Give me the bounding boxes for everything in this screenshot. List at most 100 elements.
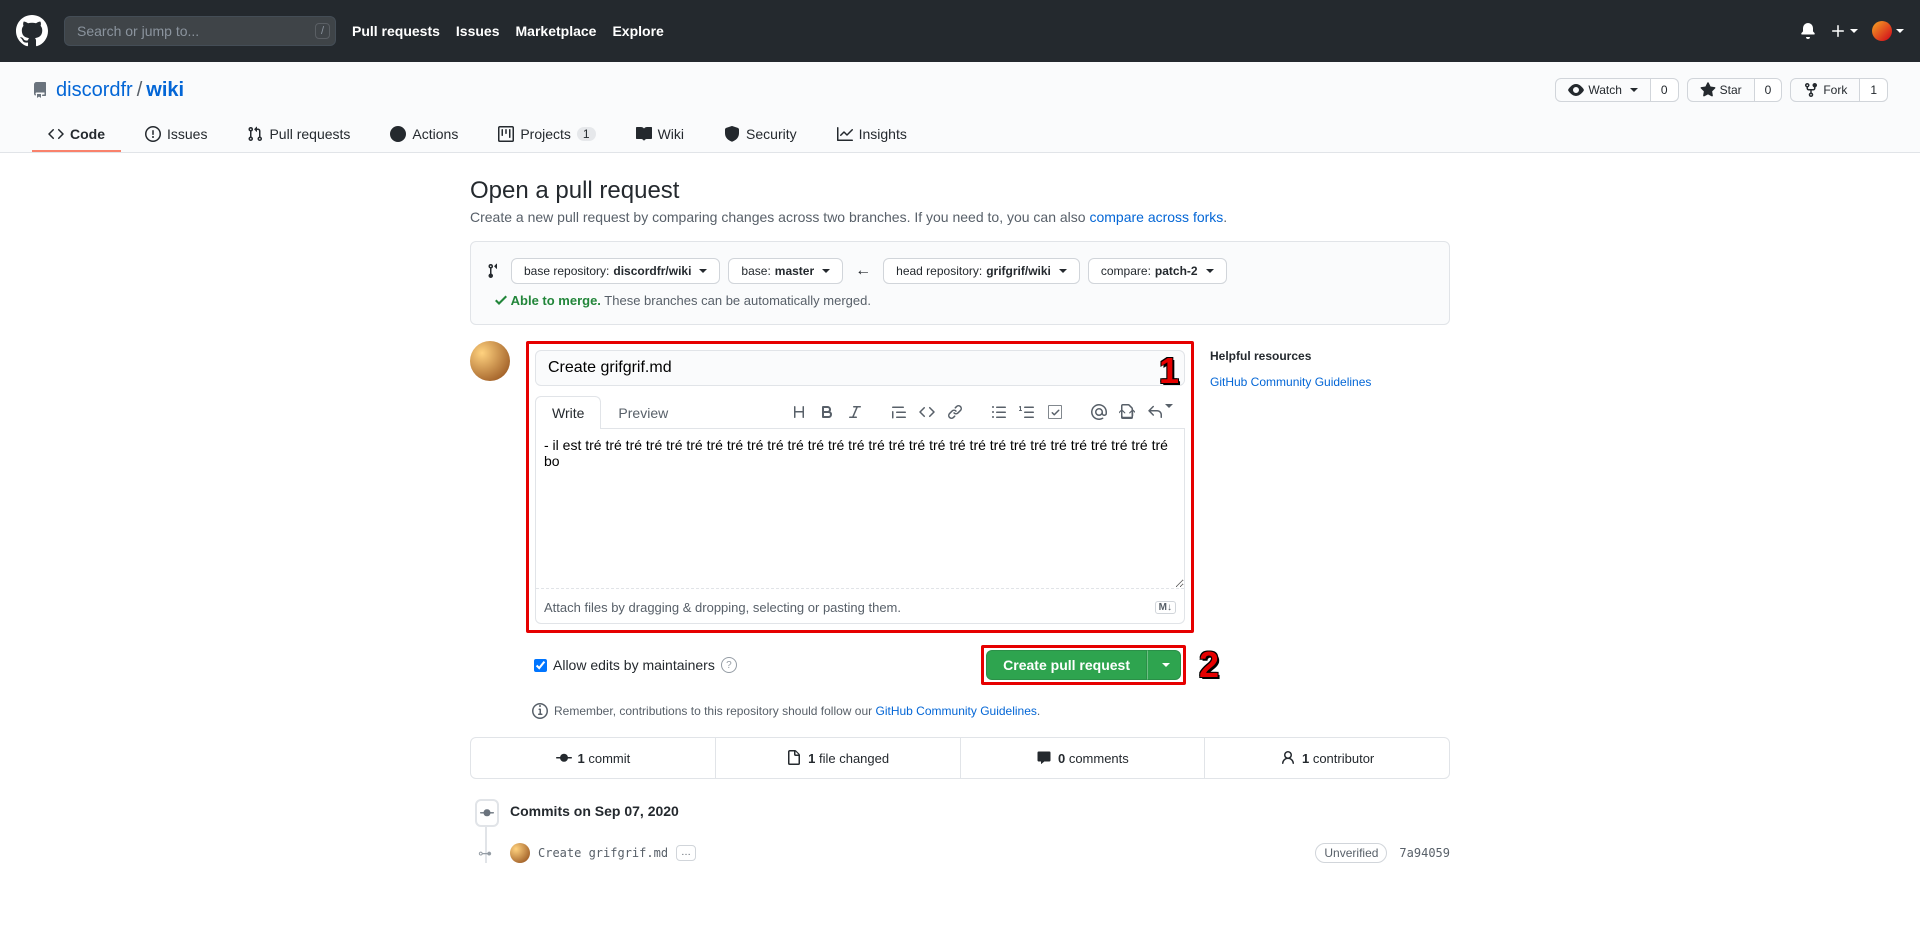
tab-write[interactable]: Write — [535, 396, 601, 429]
info-icon — [532, 703, 548, 719]
nav-pull-requests[interactable]: Pull requests — [352, 23, 440, 39]
tab-issues[interactable]: Issues — [129, 118, 223, 152]
check-icon — [495, 292, 507, 308]
github-logo[interactable] — [16, 15, 48, 47]
pr-title-input[interactable] — [535, 350, 1185, 386]
commit-avatar[interactable] — [510, 843, 530, 863]
diffstat-files[interactable]: 1 file changed — [715, 738, 960, 778]
sidebar-guidelines-link[interactable]: GitHub Community Guidelines — [1210, 375, 1371, 389]
file-icon — [786, 750, 802, 766]
watch-count[interactable]: 0 — [1651, 78, 1679, 102]
global-header: / Pull requests Issues Marketplace Explo… — [0, 0, 1920, 62]
compare-icon — [487, 263, 503, 279]
tab-code[interactable]: Code — [32, 118, 121, 152]
tab-insights[interactable]: Insights — [821, 118, 923, 152]
base-branch-select[interactable]: base: master — [728, 258, 843, 284]
unverified-badge[interactable]: Unverified — [1315, 843, 1387, 863]
compare-branch-select[interactable]: compare: patch-2 — [1088, 258, 1227, 284]
attach-hint[interactable]: Attach files by dragging & dropping, sel… — [544, 600, 901, 615]
toolbar-link-icon[interactable] — [943, 400, 967, 424]
fork-label: Fork — [1823, 83, 1847, 97]
toolbar-quote-icon[interactable] — [887, 400, 911, 424]
page-title: Open a pull request — [470, 177, 1450, 205]
add-menu[interactable] — [1830, 23, 1858, 39]
caret-down-icon — [1206, 269, 1214, 273]
notifications-icon[interactable] — [1800, 23, 1816, 39]
toolbar-mention-icon[interactable] — [1087, 400, 1111, 424]
timeline-commit: ⊶ Create grifgrif.md … Unverified 7a9405… — [510, 843, 1450, 863]
global-search: / — [64, 16, 336, 46]
tab-preview[interactable]: Preview — [601, 396, 685, 429]
user-avatar[interactable] — [470, 341, 510, 381]
diffstat-contributors[interactable]: 1 contributor — [1204, 738, 1449, 778]
main-content: Open a pull request Create a new pull re… — [454, 177, 1466, 863]
allow-edits-checkbox[interactable] — [534, 659, 547, 672]
commit-sha[interactable]: 7a94059 — [1399, 846, 1450, 860]
diffstat-commits[interactable]: 1 commit — [471, 738, 715, 778]
star-label: Star — [1720, 83, 1742, 97]
diffstat: 1 commit 1 file changed 0 comments 1 con… — [470, 737, 1450, 779]
toolbar-ul-icon[interactable] — [987, 400, 1011, 424]
star-button[interactable]: Star — [1687, 78, 1755, 102]
merge-status: Able to merge. These branches can be aut… — [495, 292, 871, 308]
help-icon[interactable]: ? — [721, 657, 737, 673]
search-input[interactable] — [64, 16, 336, 46]
caret-down-icon — [1162, 663, 1170, 667]
repo-header: discordfr / wiki Watch 0 Star 0 — [0, 62, 1920, 153]
repo-tabs: Code Issues Pull requests Actions Projec… — [32, 118, 1888, 152]
discussion: 1 Write Preview — [470, 341, 1450, 719]
commit-title[interactable]: Create grifgrif.md — [538, 846, 668, 860]
toolbar-italic-icon[interactable] — [843, 400, 867, 424]
create-pr-dropdown[interactable] — [1147, 650, 1181, 680]
user-menu[interactable] — [1872, 21, 1904, 41]
caret-down-icon — [822, 269, 830, 273]
annotation-box-1: 1 Write Preview — [526, 341, 1194, 633]
star-count[interactable]: 0 — [1755, 78, 1783, 102]
timeline-commits-badge — [475, 799, 499, 827]
fork-icon — [1803, 82, 1819, 98]
pr-body-textarea[interactable]: - il est tré tré tré tré tré tré tré tré… — [536, 429, 1184, 589]
guidelines-link[interactable]: GitHub Community Guidelines — [876, 704, 1037, 718]
repo-title: discordfr / wiki — [32, 79, 184, 102]
toolbar-task-icon[interactable] — [1043, 400, 1067, 424]
tab-actions[interactable]: Actions — [374, 118, 474, 152]
star-icon — [1700, 82, 1716, 98]
head-repo-select[interactable]: head repository: grifgrif/wiki — [883, 258, 1080, 284]
annotation-number-1: 1 — [1159, 350, 1179, 392]
nav-issues[interactable]: Issues — [456, 23, 500, 39]
timeline-date: Commits on Sep 07, 2020 — [510, 799, 1450, 819]
base-repo-select[interactable]: base repository: discordfr/wiki — [511, 258, 720, 284]
nav-marketplace[interactable]: Marketplace — [516, 23, 597, 39]
commit-menu-button[interactable]: … — [676, 845, 696, 861]
commit-icon — [556, 750, 572, 766]
create-pr-button[interactable]: Create pull request — [986, 650, 1147, 680]
watch-button[interactable]: Watch — [1555, 78, 1651, 102]
nav-explore[interactable]: Explore — [612, 23, 663, 39]
fork-button[interactable]: Fork — [1790, 78, 1860, 102]
toolbar-reference-icon[interactable] — [1115, 400, 1139, 424]
compare-forks-link[interactable]: compare across forks — [1089, 209, 1223, 225]
page-subtitle: Create a new pull request by comparing c… — [470, 209, 1450, 225]
diffstat-comments[interactable]: 0 comments — [960, 738, 1205, 778]
caret-down-icon — [1630, 88, 1638, 92]
caret-down-icon — [699, 269, 707, 273]
toolbar-reply-icon[interactable] — [1143, 400, 1177, 424]
annotation-number-2: 2 — [1199, 644, 1219, 686]
repo-name-link[interactable]: wiki — [146, 79, 184, 101]
tab-security[interactable]: Security — [708, 118, 813, 152]
caret-down-icon — [1059, 269, 1067, 273]
toolbar-code-icon[interactable] — [915, 400, 939, 424]
repo-icon — [32, 82, 48, 98]
markdown-badge[interactable]: M↓ — [1155, 601, 1176, 614]
tab-projects[interactable]: Projects1 — [482, 118, 611, 152]
contribution-note: Remember, contributions to this reposito… — [532, 703, 1194, 719]
toolbar-bold-icon[interactable] — [815, 400, 839, 424]
repo-owner-link[interactable]: discordfr — [56, 79, 133, 102]
tab-wiki[interactable]: Wiki — [620, 118, 700, 152]
allow-edits-row[interactable]: Allow edits by maintainers ? — [534, 657, 737, 673]
toolbar-heading-icon[interactable] — [787, 400, 811, 424]
toolbar-ol-icon[interactable] — [1015, 400, 1039, 424]
search-hotkey: / — [315, 23, 330, 39]
tab-pull-requests[interactable]: Pull requests — [231, 118, 366, 152]
fork-count[interactable]: 1 — [1860, 78, 1888, 102]
